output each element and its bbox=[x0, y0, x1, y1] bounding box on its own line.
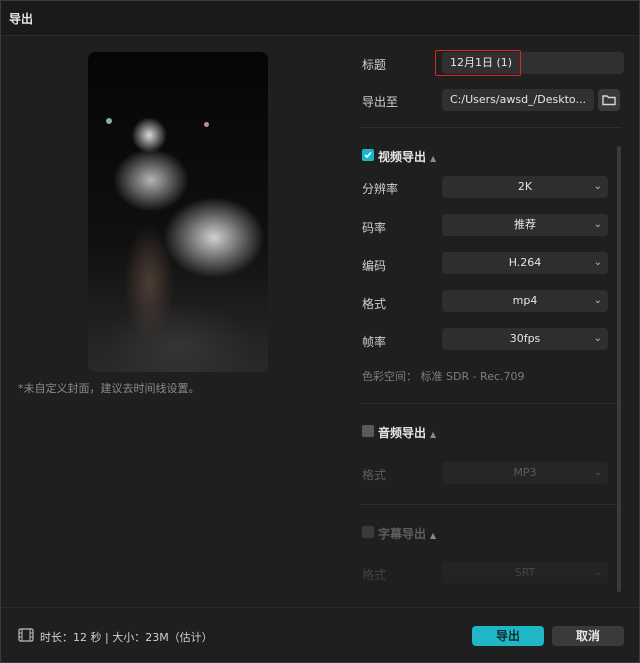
subtitle-export-header[interactable]: 字幕导出 ▲ bbox=[378, 525, 436, 542]
check-icon bbox=[364, 151, 372, 159]
bitrate-label: 码率 bbox=[362, 221, 387, 235]
audio-format-select[interactable]: MP3 ⌄ bbox=[442, 462, 608, 484]
subtitle-export-checkbox[interactable] bbox=[362, 526, 374, 538]
resolution-label: 分辨率 bbox=[362, 182, 399, 196]
caret-up-icon: ▲ bbox=[430, 430, 437, 439]
audio-export-checkbox[interactable] bbox=[362, 425, 374, 437]
chevron-down-icon: ⌄ bbox=[593, 181, 602, 192]
format-select[interactable]: mp4 ⌄ bbox=[442, 290, 608, 312]
video-export-header[interactable]: 视频导出 ▲ bbox=[378, 148, 436, 165]
codec-label: 编码 bbox=[362, 259, 387, 273]
export-to-label: 导出至 bbox=[362, 95, 399, 109]
preview-image bbox=[88, 52, 268, 372]
video-export-label: 视频导出 bbox=[378, 150, 427, 164]
preview-light bbox=[204, 122, 209, 127]
audio-format-label: 格式 bbox=[362, 468, 387, 482]
framerate-label: 帧率 bbox=[362, 335, 387, 349]
divider bbox=[360, 504, 622, 505]
color-space-info: 色彩空间： 标准 SDR - Rec.709 bbox=[362, 370, 525, 383]
title-label: 标题 bbox=[362, 58, 387, 72]
caret-up-icon: ▲ bbox=[430, 531, 437, 540]
chevron-down-icon: ⌄ bbox=[593, 467, 602, 478]
format-label: 格式 bbox=[362, 297, 387, 311]
export-info: 时长：12 秒 | 大小：23M（估计） bbox=[40, 631, 213, 644]
subtitle-format-select[interactable]: SRT ⌄ bbox=[442, 562, 608, 584]
divider bbox=[360, 127, 622, 128]
chevron-down-icon: ⌄ bbox=[593, 567, 602, 578]
chevron-down-icon: ⌄ bbox=[593, 333, 602, 344]
video-export-checkbox[interactable] bbox=[362, 149, 374, 161]
settings-scrollbar[interactable] bbox=[617, 146, 621, 592]
chevron-down-icon: ⌄ bbox=[593, 295, 602, 306]
cover-note: *未自定义封面，建议去时间线设置。 bbox=[18, 382, 200, 395]
video-preview bbox=[88, 52, 268, 372]
cancel-button[interactable]: 取消 bbox=[552, 626, 624, 646]
film-icon bbox=[18, 628, 34, 642]
subtitle-export-label: 字幕导出 bbox=[378, 527, 427, 541]
subtitle-format-label: 格式 bbox=[362, 568, 387, 582]
divider bbox=[360, 403, 622, 404]
title-bar: 导出 bbox=[0, 0, 640, 36]
resolution-value: 2K bbox=[517, 180, 533, 193]
codec-select[interactable]: H.264 ⌄ bbox=[442, 252, 608, 274]
framerate-value: 30fps bbox=[509, 332, 541, 345]
framerate-select[interactable]: 30fps ⌄ bbox=[442, 328, 608, 350]
export-button[interactable]: 导出 bbox=[472, 626, 544, 646]
browse-folder-button[interactable] bbox=[598, 89, 620, 111]
resolution-select[interactable]: 2K ⌄ bbox=[442, 176, 608, 198]
audio-export-label: 音频导出 bbox=[378, 426, 427, 440]
audio-export-header[interactable]: 音频导出 ▲ bbox=[378, 424, 436, 441]
codec-value: H.264 bbox=[508, 256, 542, 269]
bitrate-select[interactable]: 推荐 ⌄ bbox=[442, 214, 608, 236]
audio-format-value: MP3 bbox=[513, 466, 537, 479]
export-path-input[interactable]: C:/Users/awsd_/Deskto... bbox=[442, 89, 594, 111]
window-title: 导出 bbox=[9, 12, 34, 26]
footer-divider bbox=[0, 607, 640, 608]
chevron-down-icon: ⌄ bbox=[593, 219, 602, 230]
chevron-down-icon: ⌄ bbox=[593, 257, 602, 268]
caret-up-icon: ▲ bbox=[430, 154, 437, 163]
folder-icon bbox=[602, 95, 616, 106]
title-input[interactable]: 12月1日 (1) bbox=[442, 52, 624, 74]
format-value: mp4 bbox=[512, 294, 538, 307]
subtitle-format-value: SRT bbox=[514, 566, 536, 579]
preview-light bbox=[106, 118, 112, 124]
bitrate-value: 推荐 bbox=[514, 218, 536, 231]
